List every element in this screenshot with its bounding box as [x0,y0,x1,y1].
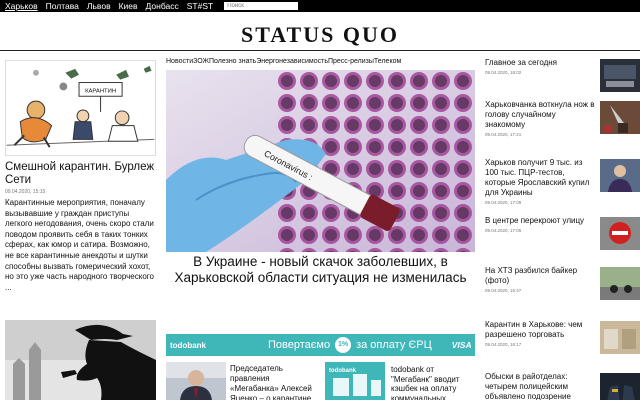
banner-slogan-left: Повертаємо [268,339,331,351]
city-link-donbass[interactable]: Донбасс [146,0,179,12]
site-logo[interactable]: STATUS QUO [0,22,640,48]
nav-health[interactable]: ЗОЖ [193,58,209,65]
latest-news-item[interactable]: Обыски в райотделах: четырем полицейским… [485,372,640,400]
latest-news-thumb[interactable] [600,373,640,400]
latest-news-item[interactable]: На ХТЗ разбился байкер (фото) 09.04.2020… [485,266,640,300]
latest-news-thumb[interactable] [600,159,640,192]
latest-news-item[interactable]: Харьковчанка воткнула нож в голову случа… [485,100,640,137]
nav-useful[interactable]: Полезно знать [209,58,256,65]
latest-news-title[interactable]: Обыски в райотделах: четырем полицейским… [485,372,597,400]
banner-brand: todobank [170,340,206,350]
banner-percent-badge: 1% [335,337,352,353]
city-link-stst[interactable]: ST#ST [187,0,213,12]
left-column: КАРАНТИН Смешной карантин. Бурлеж Сети 0… [5,60,156,293]
latest-news-title[interactable]: На ХТЗ разбился байкер (фото) [485,266,597,286]
hero-coronavirus-image[interactable]: Coronavirus : [166,70,475,252]
category-nav: Новости ЗОЖ Полезно знать Энергонезависи… [166,58,401,65]
nav-telecom[interactable]: Телеком [374,58,401,65]
city-link-kharkiv[interactable]: Харьков [5,0,38,12]
cashback-image-brand: todobank [329,368,357,374]
latest-news-thumb[interactable] [600,267,640,300]
banner-slogan: Повертаємо 1% за оплату ЄРЦ [268,337,432,353]
todobank-cashback-image[interactable]: todobank [325,362,385,400]
hero-article-title[interactable]: В Украине - новый скачок заболевших, в Х… [166,254,475,286]
latest-news-thumb[interactable] [600,59,640,92]
latest-news-item[interactable]: В центре перекроют улицу 09.04.2020, 17:… [485,216,640,250]
todobank-ad-banner[interactable]: todobank Повертаємо 1% за оплату ЄРЦ VIS… [166,334,475,356]
cartoon-sign-text: КАРАНТИН [85,88,116,94]
city-link-kyiv[interactable]: Киев [119,0,138,12]
nav-news[interactable]: Новости [166,58,193,65]
latest-news-title[interactable]: Карантин в Харькове: чем разрешено торго… [485,320,597,340]
latest-news-title[interactable]: Харьков получит 9 тыс. из 100 тыс. ПЦР-т… [485,158,597,198]
top-city-bar: Харьков Полтава Львов Киев Донбасс ST#ST [0,0,640,12]
megabank-chairman-photo[interactable] [166,362,226,400]
sub-article-megabank-chairman[interactable]: Председатель правления «Мегабанка» Алекс… [230,364,316,400]
detective-silhouette-image[interactable] [5,320,156,400]
latest-news-title[interactable]: В центре перекроют улицу [485,216,597,226]
city-link-lviv[interactable]: Львов [87,0,111,12]
latest-news-thumb[interactable] [600,321,640,354]
visa-logo: VISA [451,340,472,350]
nav-press[interactable]: Пресс-релизы [328,58,374,65]
header-divider [0,50,640,51]
latest-news-date: 09.04.2020, 17:09 [485,200,522,205]
lead-article-date: 09.04.2020, 15:15 [5,189,46,195]
latest-news-title[interactable]: Харьковчанка воткнула нож в голову случа… [485,100,597,130]
latest-news-thumb[interactable] [600,101,640,134]
lead-article-title[interactable]: Смешной карантин. Бурлеж Сети [5,161,156,187]
sub-article-todobank-cashback[interactable]: todobank от "Мегабанк" вводит кэшбек на … [391,365,475,400]
latest-news-item[interactable]: Карантин в Харькове: чем разрешено торго… [485,320,640,354]
banner-slogan-right: за оплату ЄРЦ [356,339,432,351]
latest-news-thumb[interactable] [600,217,640,250]
city-link-poltava[interactable]: Полтава [46,0,79,12]
lead-article-excerpt: Карантинные мероприятия, поначалу вызыва… [5,198,154,292]
latest-news-item[interactable]: Главное за сегодня 09.04.2020, 18:02 [485,58,640,92]
search-input[interactable] [224,2,299,10]
latest-news-item[interactable]: Харьков получит 9 тыс. из 100 тыс. ПЦР-т… [485,158,640,205]
nav-energy[interactable]: Энергонезависимость [256,58,328,65]
latest-news-title[interactable]: Главное за сегодня [485,58,597,68]
quarantine-cartoon-image[interactable]: КАРАНТИН [5,60,156,156]
